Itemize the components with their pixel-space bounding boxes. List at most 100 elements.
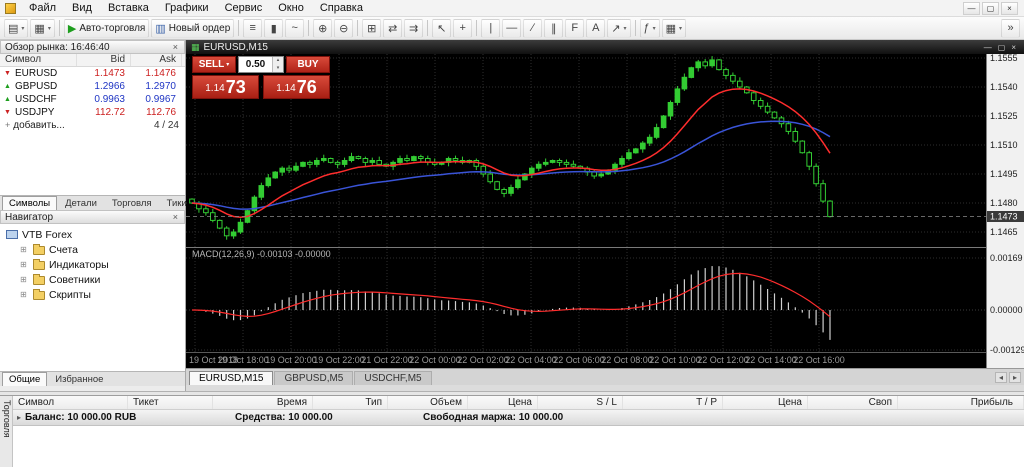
scroll-left-icon[interactable]: ◂ (995, 372, 1007, 383)
market-watch-row-eurusd[interactable]: ▼EURUSD1.14731.1476 (0, 67, 185, 80)
balance-row[interactable]: ▸ Баланс: 10 000.00 RUB Средства: 10 000… (13, 410, 1024, 426)
toolbar-bar-chart-button[interactable]: ≡ (243, 19, 262, 38)
equity-value: Средства: 10 000.00 (235, 412, 423, 423)
menu-file[interactable]: Файл (21, 1, 64, 15)
navigator-item-accounts[interactable]: ⊞Счета (0, 242, 185, 257)
sell-price-frac: 73 (226, 78, 246, 96)
toolbar-chart-shift-button[interactable]: ⇉ (404, 19, 423, 38)
market-watch-row-gbpusd[interactable]: ▲GBPUSD1.29661.2970 (0, 80, 185, 93)
toolbar-candle-chart-button[interactable]: ▮ (264, 19, 283, 38)
symbol-name: GBPUSD (15, 80, 57, 93)
toolbar-periods-button[interactable]: ▦▾ (662, 19, 686, 38)
chart-tab-gbpusd-m5[interactable]: GBPUSD,M5 (274, 371, 353, 385)
market-watch-row-usdchf[interactable]: ▲USDCHF0.99630.9967 (0, 93, 185, 106)
chevron-down-icon: ▾ (679, 25, 682, 32)
toolbar-overflow-button[interactable]: » (1001, 19, 1020, 38)
toolbar-fibonacci-button[interactable]: F (565, 19, 584, 38)
main-menu: ФайлВидВставкаГрафикиСервисОкноСправка (21, 0, 371, 16)
navigator-tab-common[interactable]: Общие (2, 372, 47, 386)
market-watch-tab-trading[interactable]: Торговля (105, 196, 159, 210)
symbol-cell: ▼USDJPY (0, 106, 77, 119)
scroll-right-icon[interactable]: ▸ (1009, 372, 1021, 383)
toolbar-zoom-out-button[interactable]: ⊖ (334, 19, 353, 38)
close-icon[interactable]: × (171, 212, 180, 222)
stepper-down-icon[interactable]: ▾ (273, 65, 283, 73)
navigator-item-experts[interactable]: ⊞Советники (0, 272, 185, 287)
navigator-item-scripts[interactable]: ⊞Скрипты (0, 287, 185, 302)
toolbar-new-chart-button[interactable]: ▤▾ (4, 19, 28, 38)
cursor-icon: ↖ (437, 22, 446, 35)
toolbar-indicators-button[interactable]: ƒ▾ (640, 19, 660, 38)
buy-price-main: 1.14 (276, 83, 295, 94)
chart-plot[interactable]: SELL ▾ 0.50 ▴ ▾ BUY (186, 54, 1024, 368)
line-chart-icon: ~ (292, 22, 298, 34)
chart-canvas[interactable]: 1.15551.15401.15251.15101.14951.14801.14… (186, 54, 1024, 368)
minimize-button[interactable]: — (963, 2, 980, 15)
sell-price-display[interactable]: 1.14 73 (192, 75, 259, 99)
time-axis-label: 22 Oct 04:00 (505, 355, 557, 365)
toolbar-arrow-tools-button[interactable]: ↗▾ (607, 19, 630, 38)
toolbar-separator (238, 20, 239, 36)
close-icon[interactable]: × (171, 42, 180, 52)
maximize-button[interactable]: ▢ (982, 2, 999, 15)
toolbar-channel-button[interactable]: ∥ (544, 19, 563, 38)
terminal-column-volume: Объем (388, 396, 468, 409)
arrow-tools-icon: ↗ (611, 22, 620, 35)
arrow-down-icon: ▼ (3, 67, 12, 80)
ask-value: 112.76 (131, 106, 182, 119)
toolbar-auto-scroll-button[interactable]: ⇄ (383, 19, 402, 38)
menu-charts[interactable]: Графики (157, 1, 217, 15)
arrow-up-icon: ▲ (3, 93, 12, 106)
toolbar-zoom-in-button[interactable]: ⊕ (313, 19, 332, 38)
toolbar-text-label-button[interactable]: A (586, 19, 605, 38)
navigator-title: Навигатор (5, 212, 53, 223)
lot-size-field[interactable]: 0.50 ▴ ▾ (238, 56, 284, 73)
menu-insert[interactable]: Вставка (100, 1, 157, 15)
toolbar-vertical-line-button[interactable]: | (481, 19, 500, 38)
navigator-root-vtb-forex[interactable]: VTB Forex (0, 227, 185, 242)
time-axis-label: 22 Oct 02:00 (457, 355, 509, 365)
toolbar-cursor-button[interactable]: ↖ (432, 19, 451, 38)
ask-value: 0.9967 (131, 93, 182, 106)
toolbar-tile-windows-button[interactable]: ⊞ (362, 19, 381, 38)
toolbar-line-chart-button[interactable]: ~ (285, 19, 304, 38)
chart-tab-eurusd-m15[interactable]: EURUSD,M15 (189, 371, 273, 385)
menu-window[interactable]: Окно (270, 1, 312, 15)
chart-close-button[interactable]: × (1011, 43, 1016, 52)
profiles-icon: ▦ (34, 22, 44, 35)
terminal-column-type: Тип (313, 396, 388, 409)
market-watch-row-usdjpy[interactable]: ▼USDJPY112.72112.76 (0, 106, 185, 119)
menu-service[interactable]: Сервис (217, 1, 271, 15)
market-watch-tab-symbols[interactable]: Символы (2, 196, 57, 210)
time-axis-label: 22 Oct 14:00 (745, 355, 797, 365)
buy-price-display[interactable]: 1.14 76 (263, 75, 330, 99)
chart-minimize-button[interactable]: — (984, 43, 992, 52)
navigator-tab-favorites[interactable]: Избранное (48, 372, 110, 386)
menu-help[interactable]: Справка (312, 1, 371, 15)
new-chart-icon: ▤ (8, 22, 18, 35)
market-watch-titlebar: Обзор рынка: 16:46:40 × (0, 40, 185, 54)
terminal-tab-trade[interactable]: Торговля (0, 396, 13, 467)
market-watch-tab-details[interactable]: Детали (58, 196, 104, 210)
toolbar-trend-line-button[interactable]: ∕ (523, 19, 542, 38)
toolbar-horizontal-line-button[interactable]: — (502, 19, 521, 38)
market-watch-add-row[interactable]: + добавить... 4 / 24 (0, 119, 185, 132)
stepper-up-icon[interactable]: ▴ (273, 57, 283, 65)
close-button[interactable]: × (1001, 2, 1018, 15)
toolbar-crosshair-button[interactable]: + (453, 19, 472, 38)
bid-value: 1.1473 (77, 67, 131, 80)
toolbar-new-order-button[interactable]: ▥Новый ордер (151, 19, 234, 38)
buy-button[interactable]: BUY (286, 56, 330, 73)
expand-icon: ⊞ (20, 275, 29, 284)
chart-tab-usdchf-m5[interactable]: USDCHF,M5 (354, 371, 431, 385)
toolbar-profiles-button[interactable]: ▦▾ (30, 19, 54, 38)
folder-icon (33, 291, 45, 300)
sell-button[interactable]: SELL ▾ (192, 56, 236, 73)
menu-view[interactable]: Вид (64, 1, 100, 15)
navigator-item-indicators[interactable]: ⊞Индикаторы (0, 257, 185, 272)
time-axis-label: 22 Oct 06:00 (553, 355, 605, 365)
toolbar-auto-trading-button[interactable]: ▶Авто-торговля (64, 19, 150, 38)
navigator-panel: Навигатор × VTB Forex⊞Счета⊞Индикаторы⊞С… (0, 210, 185, 386)
chart-maximize-button[interactable]: ▢ (998, 43, 1006, 52)
chart-titlebar: ▦ EURUSD,M15 —▢× (186, 40, 1024, 54)
